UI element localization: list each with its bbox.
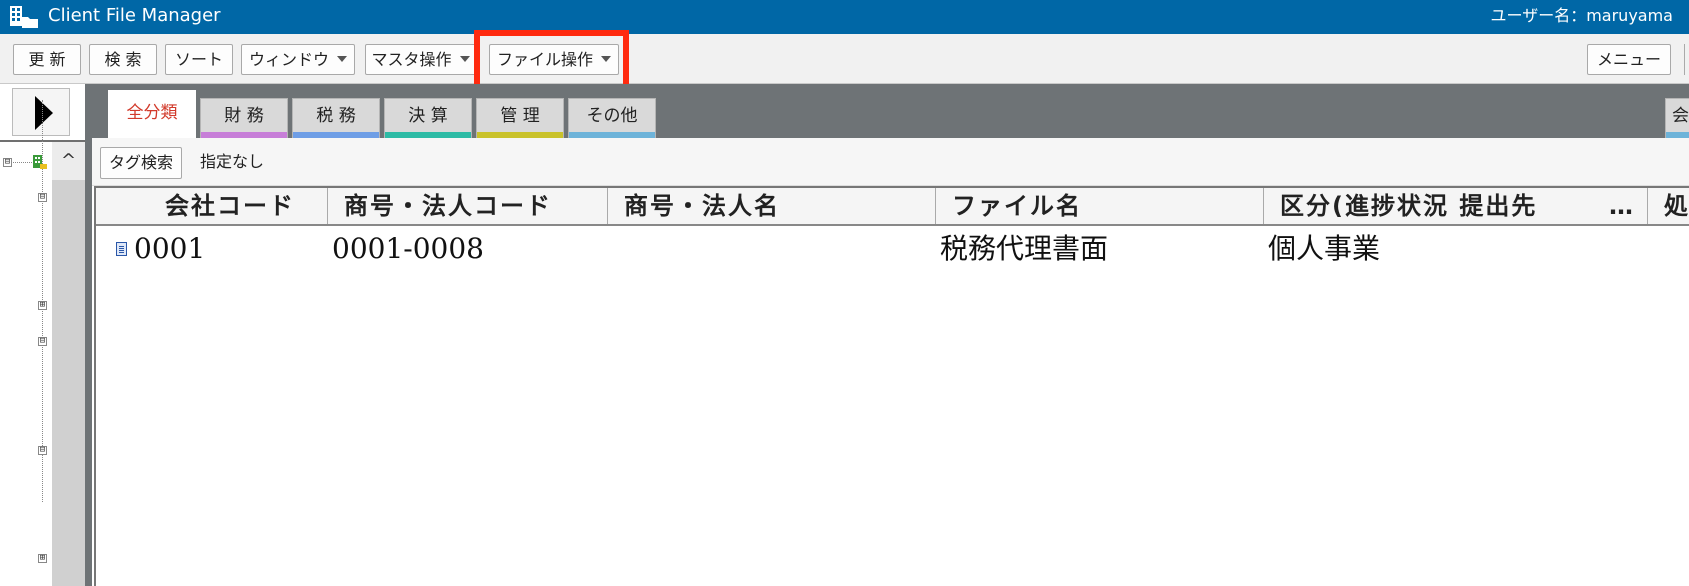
tag-search-bar: タグ検索 指定なし <box>92 138 1689 186</box>
column-header-file-name[interactable]: ファイル名 <box>936 188 1264 224</box>
column-header-label: 処 <box>1664 192 1689 220</box>
window-dropdown[interactable]: ウィンドウ <box>241 44 355 75</box>
scroll-up-button[interactable]: ^ <box>52 142 85 180</box>
column-header-process[interactable]: 処 <box>1648 188 1689 224</box>
cell-category: 個人事業 <box>1268 232 1381 265</box>
document-icon <box>116 242 127 256</box>
refresh-button[interactable]: 更 新 <box>13 44 81 75</box>
file-grid: 会社コード 商号・法人コード 商号・法人名 ファイル名 区分(進捗状況 提出先 …… <box>94 186 1689 586</box>
column-header-label: ファイル名 <box>952 192 1082 220</box>
menu-button[interactable]: メニュー <box>1587 44 1671 75</box>
building-icon <box>33 155 47 169</box>
tab-label: 財 務 <box>224 106 264 126</box>
grid-header: 会社コード 商号・法人コード 商号・法人名 ファイル名 区分(進捗状況 提出先 …… <box>96 188 1689 226</box>
column-header-label: 商号・法人コード <box>344 192 552 220</box>
tree-collapse-icon[interactable]: ⊟ <box>38 446 47 455</box>
column-header-label: 区分(進捗状況 提出先 <box>1280 192 1538 220</box>
cell-company-code: 0001 <box>134 232 206 265</box>
tab-label: 決 算 <box>408 106 448 126</box>
tab-settlement[interactable]: 決 算 <box>384 98 472 138</box>
play-icon <box>35 96 53 130</box>
search-label: 検 索 <box>104 50 142 69</box>
window-label: ウィンドウ <box>248 50 329 69</box>
tab-company[interactable]: 会 <box>1665 98 1689 138</box>
tree-connector <box>10 162 32 163</box>
highlight-box <box>474 30 629 90</box>
toolbar: 更 新 検 索 ソート ウィンドウ マスタ操作 ファイル操作 メニュー <box>0 34 1689 84</box>
column-header-category[interactable]: 区分(進捗状況 提出先 … <box>1264 188 1648 224</box>
column-header-label: 商号・法人名 <box>624 192 780 220</box>
tree-collapse-icon[interactable]: ⊟ <box>38 337 47 346</box>
master-ops-dropdown[interactable]: マスタ操作 <box>365 44 476 75</box>
column-header-corp-name[interactable]: 商号・法人名 <box>608 188 936 224</box>
caret-down-icon <box>337 55 347 62</box>
tab-finance[interactable]: 財 務 <box>200 98 288 138</box>
tree-expand-icon[interactable]: ⊞ <box>38 301 47 310</box>
tab-management[interactable]: 管 理 <box>476 98 564 138</box>
tag-search-button[interactable]: タグ検索 <box>100 147 183 179</box>
tab-tax[interactable]: 税 務 <box>292 98 380 138</box>
tab-all[interactable]: 全分類 <box>108 90 196 138</box>
sort-button[interactable]: ソート <box>165 44 233 75</box>
splitter[interactable] <box>85 84 92 586</box>
chevron-up-icon: ^ <box>60 150 77 171</box>
caret-down-icon <box>459 55 470 62</box>
sort-label: ソート <box>174 50 223 69</box>
toolbar-separator <box>1684 44 1689 75</box>
more-icon: … <box>1609 192 1635 220</box>
cell-corp-code: 0001-0008 <box>332 232 484 265</box>
expand-panel-button[interactable] <box>12 88 70 136</box>
tree-scrollbar[interactable] <box>52 142 85 586</box>
column-header-label: 会社コード <box>165 192 295 220</box>
tree-view <box>0 142 52 586</box>
app-title: Client File Manager <box>48 5 221 26</box>
tab-label: その他 <box>586 106 638 126</box>
column-header-corp-code[interactable]: 商号・法人コード <box>328 188 608 224</box>
master-ops-label: マスタ操作 <box>371 50 452 69</box>
tab-label: 会 <box>1672 106 1689 126</box>
tab-label: 管 理 <box>500 106 540 126</box>
user-label: ユーザー名：maruyama <box>1490 6 1673 25</box>
column-header-company-code[interactable]: 会社コード <box>96 188 328 224</box>
tree-collapse-icon[interactable]: ⊟ <box>3 158 12 167</box>
tab-label: 全分類 <box>126 103 178 123</box>
cell-file-name: 税務代理書面 <box>940 232 1109 265</box>
menu-label: メニュー <box>1596 50 1661 69</box>
tag-search-label: タグ検索 <box>109 153 174 172</box>
search-button[interactable]: 検 索 <box>89 44 157 75</box>
tag-filter-value: 指定なし <box>200 152 265 171</box>
tree-collapse-icon[interactable]: ⊟ <box>38 193 47 202</box>
tab-label: 税 務 <box>316 106 356 126</box>
tree-expand-icon[interactable]: ⊞ <box>38 554 47 563</box>
building-folder-icon <box>10 6 38 28</box>
title-bar: Client File Manager ユーザー名：maruyama <box>0 0 1689 34</box>
tab-other[interactable]: その他 <box>568 98 656 138</box>
refresh-label: 更 新 <box>28 50 66 69</box>
table-row[interactable]: 0001 0001-0008 税務代理書面 個人事業 <box>96 226 1689 272</box>
category-tabs: 全分類 財 務 税 務 決 算 管 理 その他 <box>92 84 1689 138</box>
